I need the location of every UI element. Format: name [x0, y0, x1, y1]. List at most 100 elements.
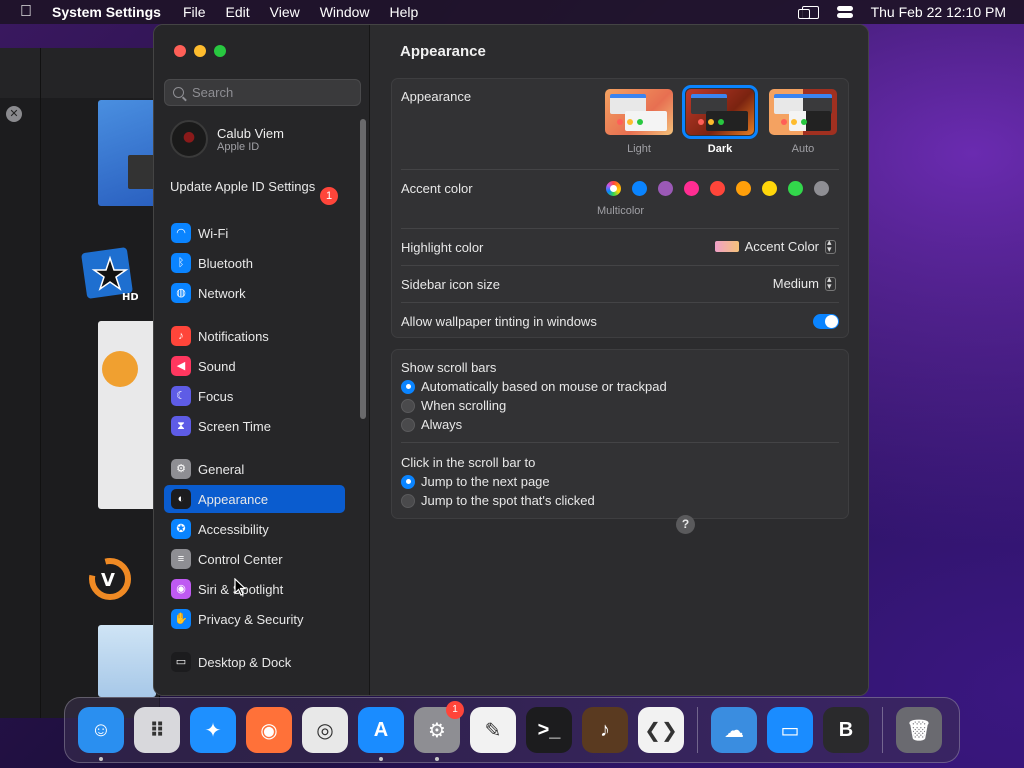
dock-app-store-icon[interactable]: A	[358, 707, 404, 761]
sidebar-item-label: Desktop & Dock	[198, 654, 292, 670]
sidebar-item-network[interactable]: ◍ Network	[164, 279, 345, 307]
radio-button[interactable]	[401, 493, 415, 508]
account-name: Calub Viem	[217, 125, 284, 141]
accent-swatch[interactable]	[736, 181, 751, 196]
finder-icon: ☺	[90, 718, 112, 741]
dock-trash-icon[interactable]: 🗑	[896, 707, 942, 753]
radio-button[interactable]	[401, 398, 415, 413]
dock-safari-icon[interactable]: ✦	[190, 707, 236, 753]
system-settings-icon: ⚙	[428, 719, 446, 742]
theme-dark-option[interactable]: Dark	[682, 85, 758, 155]
background-close-icon[interactable]: ✕	[6, 106, 22, 122]
accent-swatch-multicolor[interactable]	[606, 181, 621, 196]
apple-menu-icon[interactable]: 	[0, 3, 52, 21]
sidebar-item-sound[interactable]: ◀ Sound	[164, 352, 345, 380]
sidebar-item-desktop-dock[interactable]: ▭ Desktop & Dock	[164, 648, 345, 676]
sidebar-search[interactable]	[164, 79, 361, 106]
dock-textedit-icon[interactable]: ✎	[470, 707, 516, 753]
menu-file[interactable]: File	[183, 4, 206, 20]
sidebar-item-notifications[interactable]: ♪ Notifications	[164, 322, 345, 350]
apple-id-account[interactable]: Calub Viem Apple ID	[170, 120, 284, 158]
sidebar-item-appearance[interactable]: ◐ Appearance	[164, 485, 345, 513]
menu-window[interactable]: Window	[320, 4, 370, 20]
menu-app-name[interactable]: System Settings	[52, 4, 161, 20]
sidebar-item-label: Appearance	[198, 491, 269, 507]
thumbnail-app-icon[interactable]: V	[84, 556, 136, 602]
dock-firefox-icon[interactable]: ◉	[246, 707, 292, 753]
radio-button[interactable]	[401, 379, 415, 394]
dock-terminal-icon[interactable]: >_	[526, 707, 572, 753]
accent-swatch[interactable]	[684, 181, 699, 196]
page-title: Appearance	[400, 43, 486, 60]
theme-dark-label: Dark	[707, 143, 733, 155]
appearance-icon: ◐	[171, 489, 191, 509]
menu-edit[interactable]: Edit	[226, 4, 250, 20]
sidebar-item-label: Privacy & Security	[198, 611, 304, 627]
scroll-option-when-scrolling[interactable]: When scrolling	[401, 398, 506, 413]
accent-swatch[interactable]	[814, 181, 829, 196]
content-pane: Appearance Appearance Light Dark Auto Ac…	[370, 25, 868, 695]
sidebar-icon-size-popup[interactable]: Medium	[773, 274, 836, 292]
theme-auto-option[interactable]: Auto	[769, 89, 837, 155]
dock-system-settings-icon[interactable]: ⚙ 1	[414, 701, 464, 761]
thumbnail-macbook[interactable]	[98, 100, 156, 206]
sidebar-item-bluetooth[interactable]: ᛒ Bluetooth	[164, 249, 345, 277]
sidebar-item-accessibility[interactable]: ✪ Accessibility	[164, 515, 345, 543]
sidebar-item-label: Screen Time	[198, 418, 271, 434]
menu-view[interactable]: View	[270, 4, 300, 20]
weather-icon: ☁	[724, 719, 744, 742]
wallpaper-tinting-label: Allow wallpaper tinting in windows	[401, 314, 597, 329]
close-window-button[interactable]	[174, 45, 186, 57]
thumbnail-window[interactable]	[98, 625, 156, 697]
highlight-color-popup[interactable]: Accent Color	[714, 237, 836, 255]
thumbnail-document[interactable]	[98, 321, 156, 509]
dock-garageband-icon[interactable]: ♪	[582, 707, 628, 753]
accent-swatch[interactable]	[710, 181, 725, 196]
window-controls	[174, 45, 226, 57]
sidebar-item-siri-spotlight[interactable]: ◉ Siri & Spotlight	[164, 575, 345, 603]
sidebar-item-label: Focus	[198, 388, 234, 404]
dock-chrome-icon[interactable]: ◎	[302, 707, 348, 753]
wallpaper-tinting-toggle[interactable]	[813, 314, 839, 329]
accent-swatch[interactable]	[788, 181, 803, 196]
sidebar-item-wi-fi[interactable]: ◠ Wi-Fi	[164, 219, 345, 247]
click-option-spot-clicked[interactable]: Jump to the spot that's clicked	[401, 493, 595, 508]
accent-swatch[interactable]	[632, 181, 647, 196]
zoom-window-button[interactable]	[214, 45, 226, 57]
accent-swatch[interactable]	[762, 181, 777, 196]
sidebar-item-screen-time[interactable]: ⧗ Screen Time	[164, 412, 345, 440]
sidebar-scrollbar[interactable]	[360, 119, 366, 419]
menu-help[interactable]: Help	[390, 4, 419, 20]
dock-launchpad-icon[interactable]: ⠿	[134, 707, 180, 753]
control-center-menu-icon[interactable]	[836, 5, 853, 19]
screen-mirroring-icon[interactable]	[797, 5, 819, 19]
radio-button[interactable]	[401, 474, 415, 489]
dock-vscode-icon[interactable]: ❮❯	[638, 707, 684, 753]
help-button[interactable]: ?	[676, 515, 695, 534]
sidebar-item-control-center[interactable]: ≡ Control Center	[164, 545, 345, 573]
dock-weather-icon[interactable]: ☁	[711, 707, 757, 753]
dock-bbedit-icon[interactable]: B	[823, 707, 869, 753]
menu-clock[interactable]: Thu Feb 22 12:10 PM	[871, 4, 1006, 20]
dock-finder-icon[interactable]: ☺	[78, 707, 124, 761]
thumbnail-star-video-icon[interactable]: HD	[80, 246, 138, 306]
sidebar-item-general[interactable]: ⚙ General	[164, 455, 345, 483]
scroll-option-automatic[interactable]: Automatically based on mouse or trackpad	[401, 379, 667, 394]
control-center-icon: ≡	[171, 549, 191, 569]
menu-bar:  System Settings File Edit View Window …	[0, 0, 1024, 67]
click-option-next-page[interactable]: Jump to the next page	[401, 474, 550, 489]
scroll-option-label: Automatically based on mouse or trackpad	[421, 379, 667, 394]
minimize-window-button[interactable]	[194, 45, 206, 57]
moon-icon: ☾	[171, 386, 191, 406]
sidebar-item-label: Sound	[198, 358, 236, 374]
scroll-option-always[interactable]: Always	[401, 417, 462, 432]
dock-badge: 1	[446, 701, 464, 719]
sidebar-item-privacy-security[interactable]: ✋ Privacy & Security	[164, 605, 345, 633]
theme-light-option[interactable]: Light	[605, 89, 673, 155]
sidebar-item-focus[interactable]: ☾ Focus	[164, 382, 345, 410]
dock-keynote-icon[interactable]: ▭	[767, 707, 813, 753]
launchpad-icon: ⠿	[149, 719, 165, 742]
accent-swatch[interactable]	[658, 181, 673, 196]
search-input[interactable]	[192, 85, 342, 100]
radio-button[interactable]	[401, 417, 415, 432]
